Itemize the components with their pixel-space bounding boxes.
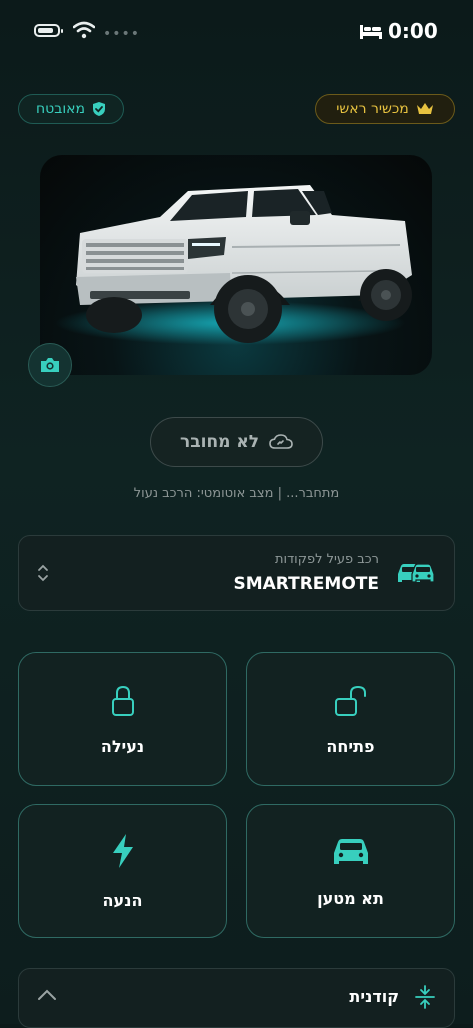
lock-label: נעילה xyxy=(100,737,145,756)
connection-button[interactable]: לא מחובר xyxy=(150,417,323,467)
pickup-truck-illustration xyxy=(55,185,412,345)
engine-start-label: הנעה xyxy=(102,891,143,910)
unlock-icon xyxy=(334,685,366,716)
trunk-button[interactable]: תא מטען xyxy=(246,804,455,938)
connection-status: מתחבר... | מצב אוטומטי: הרכב נעול xyxy=(133,486,340,501)
shield-check-icon xyxy=(93,102,105,116)
lock-icon xyxy=(111,685,134,716)
vehicle-subtitle: רכב פעיל לפקודות xyxy=(275,552,379,567)
code-panel-toggle[interactable]: קודנית xyxy=(18,968,455,1028)
wifi-icon xyxy=(73,21,95,39)
unlock-button[interactable]: פתיחה xyxy=(246,652,455,786)
car-icon xyxy=(333,839,368,864)
crown-icon xyxy=(416,103,433,114)
code-panel-label: קודנית xyxy=(349,987,399,1006)
compress-icon xyxy=(415,985,435,1009)
status-time: 0:00 xyxy=(388,19,438,43)
battery-icon xyxy=(34,24,63,37)
connection-label: לא מחובר xyxy=(180,432,259,452)
camera-icon xyxy=(41,358,59,372)
unlock-label: פתיחה xyxy=(326,737,375,756)
signal-dots: •••• xyxy=(103,26,141,42)
trunk-label: תא מטען xyxy=(317,889,384,908)
vehicle-name: SMARTREMOTE xyxy=(233,574,379,594)
status-bar: •••• 0:00 xyxy=(0,0,473,64)
selector-arrows-icon xyxy=(38,564,48,582)
bolt-icon xyxy=(112,834,133,868)
cloud-link-icon xyxy=(269,434,293,449)
chevron-up-icon xyxy=(38,989,56,1000)
premium-label: מכשיר ראשי xyxy=(336,101,409,117)
vehicle-photo xyxy=(40,155,432,375)
bed-icon xyxy=(360,25,382,39)
secure-badge: מאובטח xyxy=(18,94,124,124)
cars-icon xyxy=(398,563,435,583)
secure-label: מאובטח xyxy=(36,101,85,117)
premium-device-badge: מכשיר ראשי xyxy=(315,94,455,124)
active-vehicle-selector[interactable]: רכב פעיל לפקודות SMARTREMOTE xyxy=(18,535,455,611)
engine-start-button[interactable]: הנעה xyxy=(18,804,227,938)
lock-button[interactable]: נעילה xyxy=(18,652,227,786)
change-photo-button[interactable] xyxy=(28,343,72,387)
